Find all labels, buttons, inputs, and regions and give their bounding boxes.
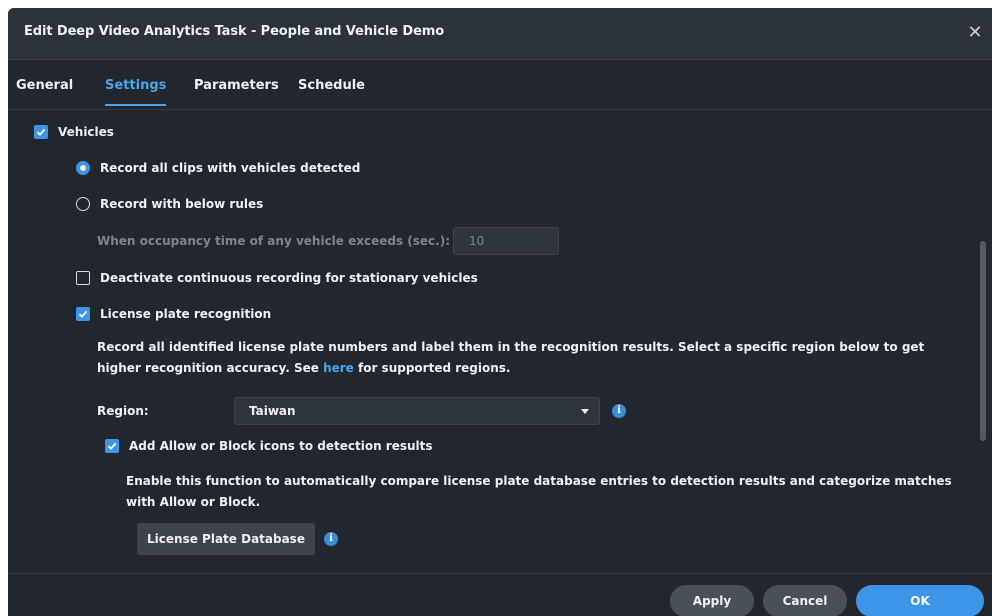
- deactivate-continuous-checkbox[interactable]: [76, 271, 90, 285]
- region-select[interactable]: Taiwan: [234, 397, 600, 425]
- supported-regions-link[interactable]: here: [323, 361, 354, 375]
- dialog-titlebar: Edit Deep Video Analytics Task - People …: [8, 8, 992, 60]
- region-value: Taiwan: [249, 404, 296, 418]
- close-icon[interactable]: ✕: [962, 20, 988, 46]
- tab-bar: General Settings Parameters Schedule: [8, 60, 992, 110]
- lpr-option[interactable]: License plate recognition: [76, 307, 271, 321]
- record-all-label: Record all clips with vehicles detected: [100, 161, 361, 175]
- cancel-button[interactable]: Cancel: [763, 585, 847, 616]
- occupancy-label: When occupancy time of any vehicle excee…: [97, 234, 451, 248]
- region-info-icon[interactable]: i: [612, 404, 626, 418]
- record-all-option[interactable]: Record all clips with vehicles detected: [76, 161, 360, 175]
- check-icon: [36, 128, 46, 136]
- allow-block-description: Enable this function to automatically co…: [126, 474, 952, 509]
- tab-settings[interactable]: Settings: [105, 78, 167, 106]
- tab-general[interactable]: General: [16, 78, 73, 104]
- vehicles-checkbox[interactable]: [34, 125, 48, 139]
- record-rules-label: Record with below rules: [100, 197, 264, 211]
- deactivate-continuous-label: Deactivate continuous recording for stat…: [100, 271, 478, 285]
- deactivate-continuous-option[interactable]: Deactivate continuous recording for stat…: [76, 271, 478, 285]
- license-plate-database-button[interactable]: License Plate Database: [137, 523, 315, 555]
- record-rules-radio[interactable]: [76, 197, 90, 211]
- allow-block-label: Add Allow or Block icons to detection re…: [129, 439, 433, 453]
- allow-block-checkbox[interactable]: [105, 439, 119, 453]
- lpr-desc-text-2: for supported regions.: [353, 361, 511, 375]
- record-rules-option[interactable]: Record with below rules: [76, 197, 263, 211]
- record-all-radio[interactable]: [76, 161, 90, 175]
- apply-button[interactable]: Apply: [670, 585, 754, 616]
- tab-parameters[interactable]: Parameters: [194, 78, 279, 104]
- lpr-description: Record all identified license plate numb…: [97, 337, 957, 379]
- dialog-footer: Apply Cancel OK: [8, 573, 992, 616]
- ok-button[interactable]: OK: [856, 585, 984, 616]
- tab-schedule[interactable]: Schedule: [298, 78, 365, 104]
- vehicles-option[interactable]: Vehicles: [34, 125, 114, 139]
- lpr-label: License plate recognition: [100, 307, 272, 321]
- vehicles-label: Vehicles: [58, 125, 114, 139]
- content-scrollbar[interactable]: [980, 241, 986, 441]
- chevron-down-icon: [581, 409, 589, 414]
- region-label: Region:: [97, 404, 149, 418]
- settings-panel: Vehicles Record all clips with vehicles …: [8, 111, 992, 573]
- allow-block-option[interactable]: Add Allow or Block icons to detection re…: [105, 439, 433, 453]
- lpr-desc-text-1: Record all identified license plate numb…: [97, 340, 925, 375]
- occupancy-input[interactable]: 10: [453, 227, 559, 255]
- lpr-checkbox[interactable]: [76, 307, 90, 321]
- check-icon: [78, 310, 88, 318]
- check-icon: [107, 442, 117, 450]
- dialog-title: Edit Deep Video Analytics Task - People …: [24, 24, 445, 39]
- edit-task-dialog: Edit Deep Video Analytics Task - People …: [8, 8, 992, 616]
- database-info-icon[interactable]: i: [324, 532, 338, 546]
